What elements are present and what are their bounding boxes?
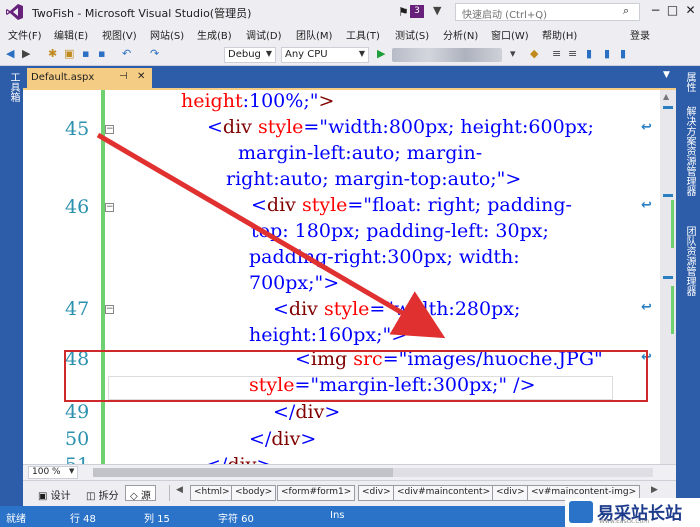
scroll-thumb[interactable] — [93, 468, 393, 477]
search-icon[interactable]: ⌕ — [623, 4, 629, 18]
chevron-down-icon: ▼ — [265, 49, 272, 58]
feedback-icon[interactable]: ▼ — [433, 4, 441, 17]
bookmark-icon[interactable]: ▮ — [586, 47, 592, 60]
status-line: 行 48 — [70, 514, 96, 525]
notification-flag-icon[interactable]: ⚑ — [398, 5, 409, 19]
menu-bar: 文件(F) 编辑(E) 视图(V) 网站(S) 生成(B) 调试(D) 团队(M… — [0, 24, 700, 44]
standard-toolbar: ◀ ▶ ✱ ▣ ▪ ▪ ↶ ↷ Debug ▼ Any CPU ▼ ▶ ▾ ◆ … — [0, 44, 700, 66]
status-column: 列 15 — [144, 514, 170, 525]
window-title: TwoFish - Microsoft Visual Studio(管理员) — [32, 7, 252, 20]
close-icon[interactable]: ✕ — [137, 71, 145, 82]
breadcrumb-body[interactable]: <body> — [231, 485, 277, 501]
tab-split-label: 拆分 — [98, 491, 119, 502]
open-file-icon[interactable]: ▣ — [64, 47, 74, 60]
code-editor[interactable]: 45 46 47 48 49 50 51 − − − height:100%;"… — [23, 90, 676, 464]
start-debug-icon[interactable]: ▶ — [377, 47, 385, 60]
notification-badge[interactable]: 3 — [410, 5, 424, 18]
document-tab-row: Default.aspx ⊣ ✕ ▼ — [23, 66, 676, 88]
sign-in-link[interactable]: 登录 — [630, 27, 650, 42]
tab-label: Default.aspx — [31, 72, 95, 83]
tab-design[interactable]: ▣ 设计 — [33, 485, 76, 502]
configuration-select[interactable]: Debug ▼ — [224, 47, 276, 63]
team-explorer-tab[interactable]: 团队资源管理器 — [682, 226, 697, 296]
status-insert-mode: Ins — [330, 510, 345, 521]
watermark-subtext: Www.Easck.Com — [599, 518, 650, 525]
toolbox-label[interactable]: 工具箱 — [6, 72, 21, 102]
menu-website[interactable]: 网站(S) — [150, 27, 184, 42]
platform-select[interactable]: Any CPU ▼ — [281, 47, 369, 63]
pin-icon[interactable]: ⊣ — [119, 71, 128, 82]
tab-split[interactable]: ◫ 拆分 — [81, 485, 124, 502]
visual-studio-logo-icon — [6, 4, 23, 20]
configuration-value: Debug — [228, 49, 261, 60]
menu-tools[interactable]: 工具(T) — [346, 27, 380, 42]
close-button[interactable]: ✕ — [683, 3, 698, 17]
horizontal-scrollbar[interactable] — [93, 468, 653, 477]
bookmark-next-icon[interactable]: ▮ — [620, 47, 626, 60]
quick-launch-input[interactable]: 快速启动 (Ctrl+Q) — [455, 3, 640, 21]
chevron-down-icon: ▼ — [69, 467, 75, 475]
zoom-value: 100 % — [32, 467, 61, 477]
menu-analyze[interactable]: 分析(N) — [443, 27, 478, 42]
title-bar: TwoFish - Microsoft Visual Studio(管理员) ⚑… — [0, 0, 700, 24]
zoom-select[interactable]: 100 % ▼ — [28, 466, 78, 479]
status-char: 字符 60 — [218, 514, 254, 525]
minimize-button[interactable]: − — [648, 3, 663, 17]
menu-team[interactable]: 团队(M) — [296, 27, 332, 42]
tab-source-label: 源 — [140, 491, 151, 502]
breadcrumb-next-icon[interactable]: ▶ — [651, 485, 658, 495]
redo-icon[interactable]: ↷ — [150, 47, 159, 60]
site-watermark: 易采站长站 Www.Easck.Com — [565, 498, 700, 527]
breadcrumb-html[interactable]: <html> — [190, 485, 234, 501]
new-project-icon[interactable]: ✱ — [48, 47, 57, 60]
menu-test[interactable]: 测试(S) — [395, 27, 429, 42]
browser-select-blurred[interactable] — [392, 48, 502, 62]
save-all-icon[interactable]: ▪ — [98, 47, 105, 60]
breadcrumb-maincontent[interactable]: <div#maincontent> — [393, 485, 495, 501]
menu-window[interactable]: 窗口(W) — [491, 27, 529, 42]
solution-explorer-tab[interactable]: 解决方案资源管理器 — [682, 106, 697, 196]
save-icon[interactable]: ▪ — [82, 47, 89, 60]
properties-tab[interactable]: 属性 — [682, 72, 697, 92]
uncomment-icon[interactable]: ≡ — [568, 47, 577, 60]
breadcrumb-div-inner[interactable]: <div> — [492, 485, 529, 501]
menu-edit[interactable]: 编辑(E) — [54, 27, 88, 42]
menu-file[interactable]: 文件(F) — [8, 27, 42, 42]
breadcrumb-prev-icon[interactable]: ◀ — [176, 485, 183, 495]
platform-value: Any CPU — [285, 49, 328, 60]
breadcrumb-div[interactable]: <div> — [358, 485, 395, 501]
right-tool-strip: 属性 解决方案资源管理器 团队资源管理器 — [676, 66, 700, 506]
watermark-logo-icon — [569, 501, 593, 523]
tab-list-icon[interactable]: ▼ — [663, 70, 670, 80]
tab-default-aspx[interactable]: Default.aspx ⊣ ✕ — [27, 68, 152, 88]
menu-debug[interactable]: 调试(D) — [246, 27, 282, 42]
menu-build[interactable]: 生成(B) — [197, 27, 232, 42]
undo-icon[interactable]: ↶ — [122, 47, 131, 60]
forward-icon[interactable]: ▶ — [22, 47, 30, 60]
maximize-button[interactable]: □ — [665, 3, 680, 17]
chevron-down-icon: ▼ — [358, 49, 365, 58]
menu-view[interactable]: 视图(V) — [102, 27, 137, 42]
status-ready: 就绪 — [6, 514, 26, 525]
breadcrumb-form[interactable]: <form#form1> — [277, 485, 356, 501]
editor-bottom-bar: 100 % ▼ — [23, 464, 676, 480]
menu-help[interactable]: 帮助(H) — [542, 27, 577, 42]
comment-icon[interactable]: ≡ — [552, 47, 561, 60]
browser-link-icon[interactable]: ◆ — [530, 47, 538, 60]
annotation-arrow — [96, 132, 446, 339]
tab-design-label: 设计 — [50, 491, 71, 502]
view-divider — [169, 485, 170, 501]
chevron-down-icon[interactable]: ▾ — [510, 47, 516, 60]
tab-source[interactable]: ◇ 源 — [125, 485, 156, 502]
bookmark-prev-icon[interactable]: ▮ — [604, 47, 610, 60]
toolbox-strip[interactable]: 工具箱 — [0, 66, 23, 506]
back-icon[interactable]: ◀ — [6, 47, 14, 60]
